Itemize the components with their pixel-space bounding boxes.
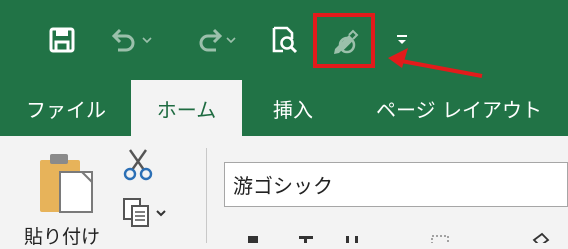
save-icon — [49, 27, 75, 53]
tab-insert[interactable]: 挿入 — [273, 80, 313, 136]
border-button[interactable] — [430, 232, 450, 243]
redo-button[interactable] — [184, 22, 244, 58]
copy-button[interactable] — [120, 196, 186, 230]
print-preview-icon — [272, 26, 298, 54]
chevron-down-icon — [142, 37, 152, 44]
italic-icon — [299, 236, 313, 243]
paste-label: 貼り付け — [24, 226, 101, 248]
italic-button[interactable] — [296, 232, 316, 243]
paste-button[interactable] — [30, 150, 100, 220]
tab-file[interactable]: ファイル — [26, 80, 106, 136]
underline-icon — [346, 236, 358, 243]
undo-icon — [111, 28, 135, 52]
bold-icon — [248, 236, 258, 243]
paint-bucket-icon — [532, 232, 550, 243]
fill-color-button[interactable] — [530, 232, 554, 243]
paste-clipboard-icon — [40, 154, 93, 213]
cut-button[interactable] — [120, 148, 156, 182]
scissors-icon — [123, 149, 153, 181]
redo-icon — [199, 28, 223, 52]
chevron-down-icon — [156, 210, 166, 217]
bold-button[interactable] — [244, 232, 264, 243]
tab-home[interactable]: ホーム — [131, 80, 242, 136]
border-icon — [431, 235, 449, 243]
tab-page-layout[interactable]: ページ レイアウト — [376, 80, 542, 136]
font-name-value: 游ゴシック — [233, 174, 333, 198]
chevron-down-icon — [226, 37, 236, 44]
title-bar — [0, 0, 568, 80]
highlight-box — [313, 13, 375, 68]
copy-icon — [123, 198, 149, 227]
print-preview-button[interactable] — [264, 22, 304, 58]
underline-button[interactable] — [342, 232, 362, 243]
save-button[interactable] — [42, 22, 82, 58]
undo-button[interactable] — [100, 22, 160, 58]
font-name-combobox[interactable]: 游ゴシック — [224, 162, 568, 207]
group-separator — [206, 148, 207, 243]
